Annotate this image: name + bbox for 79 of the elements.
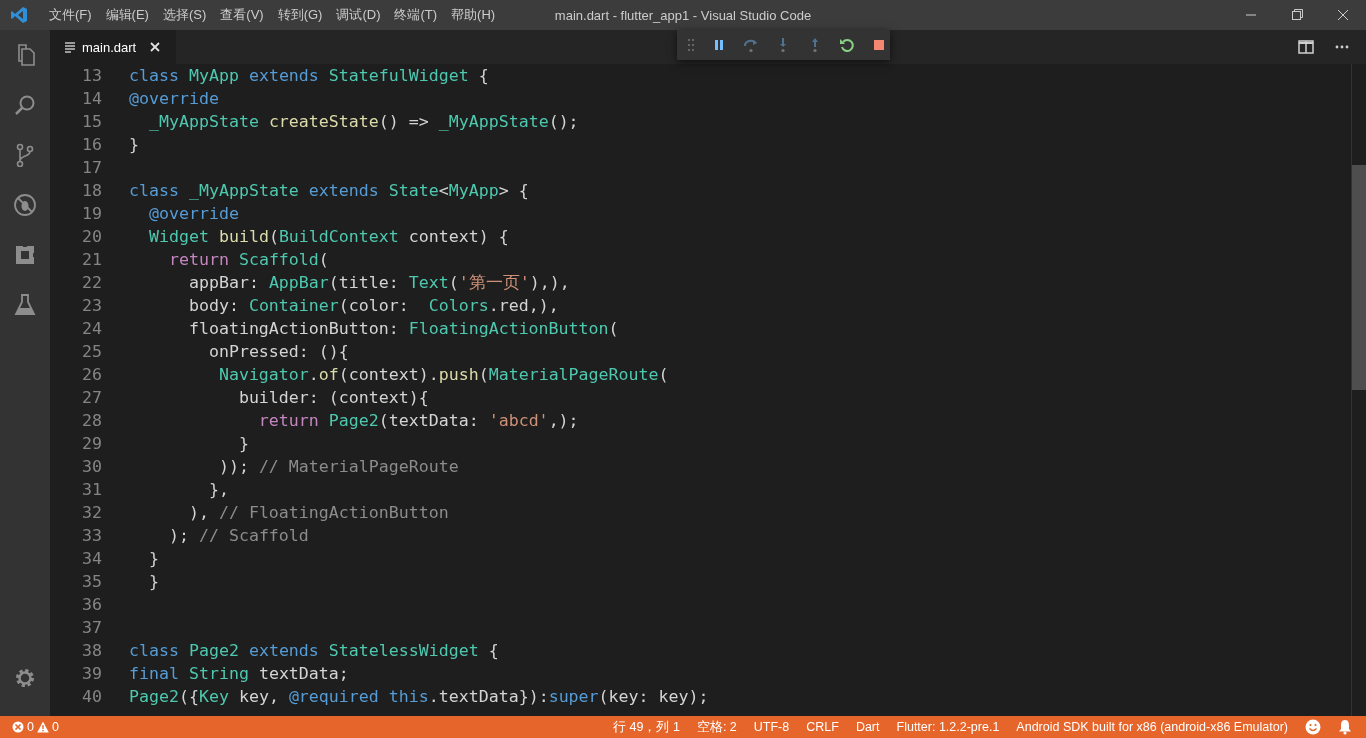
code-line: }, <box>207 480 229 499</box>
code-line: class Page2 extends StatelessWidget { <box>129 641 499 660</box>
search-icon[interactable] <box>13 93 37 117</box>
warning-icon[interactable] <box>36 721 49 733</box>
stop-icon[interactable] <box>871 37 887 53</box>
smiley-icon[interactable] <box>1305 719 1321 735</box>
app-logo-icon <box>10 6 28 24</box>
code-line: Navigator.of(context).push(MaterialPageRoute( <box>217 365 669 384</box>
line-number: 35 <box>81 572 102 591</box>
line-number: 18 <box>81 181 102 200</box>
code-line: return Page2(textData: 'abcd',); <box>257 411 579 430</box>
error-icon[interactable] <box>12 721 24 733</box>
line-number: 19 <box>81 204 102 223</box>
split-editor-icon[interactable] <box>1298 39 1314 55</box>
line-number: 27 <box>81 388 102 407</box>
line-number: 25 <box>81 342 102 361</box>
code-line: @override <box>147 204 239 223</box>
code-line: Page2({Key key, @required this.textData}):super(key: key); <box>129 687 709 706</box>
flask-icon[interactable] <box>13 293 37 317</box>
menu-item[interactable]: 查看(V) <box>213 6 271 24</box>
menu-item[interactable]: 转到(G) <box>270 6 330 24</box>
extensions-icon[interactable] <box>13 243 37 267</box>
line-number: 24 <box>81 319 102 338</box>
code-line: @override <box>129 89 219 108</box>
code-line: builder: (context){ <box>237 388 429 407</box>
line-number: 17 <box>81 158 102 177</box>
close-icon[interactable] <box>150 42 161 52</box>
window-title: main.dart - flutter_app1 - Visual Studio Code <box>554 7 812 23</box>
bug-icon[interactable] <box>13 193 37 217</box>
code-line: class _MyAppState extends State<MyApp> { <box>129 181 529 200</box>
line-number: 39 <box>81 664 102 683</box>
file-lines-icon <box>64 41 76 53</box>
line-number: 37 <box>81 618 102 637</box>
line-number: 26 <box>81 365 102 384</box>
line-number: 29 <box>81 434 102 453</box>
line-number: 15 <box>81 112 102 131</box>
line-number: 14 <box>81 89 102 108</box>
menu-item[interactable]: 帮助(H) <box>444 6 503 24</box>
line-number: 34 <box>81 549 102 568</box>
line-number: 32 <box>81 503 102 522</box>
line-number: 38 <box>81 641 102 660</box>
code-line: final String textData; <box>129 664 349 683</box>
code-line: appBar: AppBar(title: Text('第一页'),), <box>187 271 570 294</box>
code-line: } <box>129 135 139 154</box>
line-number: 28 <box>81 411 102 430</box>
line-number: 20 <box>81 227 102 246</box>
menu-item[interactable]: 编辑(E) <box>98 6 156 24</box>
code-line: Widget build(BuildContext context) { <box>147 227 509 246</box>
menu-item[interactable]: 选择(S) <box>155 6 214 24</box>
code-line: return Scaffold( <box>167 250 329 269</box>
code-line: floatingActionButton: FloatingActionButton( <box>187 319 619 338</box>
line-number: 40 <box>81 687 102 706</box>
code-line: ); // Scaffold <box>167 526 309 545</box>
line-number: 13 <box>81 66 102 85</box>
line-number: 21 <box>81 250 102 269</box>
code-line: )); // MaterialPageRoute <box>217 457 459 476</box>
line-number: 16 <box>81 135 102 154</box>
code-line: body: Container(color: Colors.red,), <box>187 296 559 315</box>
code-line: ), // FloatingActionButton <box>187 503 449 522</box>
settings-icon[interactable] <box>13 666 37 690</box>
line-number: 22 <box>81 273 102 292</box>
code-line: } <box>237 434 249 453</box>
menu-item[interactable]: 终端(T) <box>387 6 445 24</box>
line-number: 33 <box>81 526 102 545</box>
line-number: 36 <box>81 595 102 614</box>
restart-icon[interactable] <box>839 37 855 53</box>
code-line: } <box>147 572 159 591</box>
editor-tab[interactable]: main.dart <box>50 30 176 64</box>
line-number: 30 <box>81 457 102 476</box>
code-line: class MyApp extends StatefulWidget { <box>129 66 489 85</box>
code-line: _MyAppState createState() => _MyAppState(); <box>147 112 579 131</box>
line-number: 23 <box>81 296 102 315</box>
line-number: 31 <box>81 480 102 499</box>
scrollbar-thumb[interactable] <box>1352 165 1366 390</box>
menu-item[interactable]: 文件(F) <box>42 6 99 24</box>
menu-item[interactable]: 调试(D) <box>329 6 388 24</box>
bell-icon[interactable] <box>1338 719 1352 735</box>
code-line: onPressed: (){ <box>207 342 349 361</box>
code-line: } <box>147 549 159 568</box>
